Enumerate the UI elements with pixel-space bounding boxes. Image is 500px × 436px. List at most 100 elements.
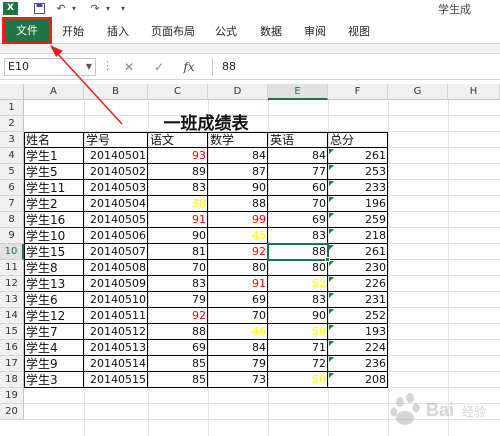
column-header-f[interactable]: F [328,84,388,100]
cell-id[interactable]: 20140502 [84,164,148,180]
error-indicator-icon[interactable] [329,341,334,346]
tab-page-layout[interactable]: 页面布局 [148,22,198,42]
row-header-2[interactable]: 2 [0,116,24,132]
cell-english[interactable]: 83 [268,228,328,244]
row-header-16[interactable]: 16 [0,340,24,356]
cell-name[interactable]: 学生10 [24,228,84,244]
formula-bar-resize-dots[interactable]: ⋮ [102,59,113,72]
error-indicator-icon[interactable] [329,325,334,330]
cell-name[interactable]: 学生11 [24,180,84,196]
cell-chinese[interactable]: 81 [148,244,208,260]
row-header-9[interactable]: 9 [0,228,24,244]
row-header-12[interactable]: 12 [0,276,24,292]
cell-chinese[interactable]: 89 [148,164,208,180]
cell-math[interactable]: 73 [208,372,268,388]
cell-name[interactable]: 学生13 [24,276,84,292]
cell-id[interactable]: 20140503 [84,180,148,196]
cell-name[interactable]: 学生5 [24,164,84,180]
row-header-3[interactable]: 3 [0,132,24,148]
tab-formulas[interactable]: 公式 [212,22,240,42]
cell-math[interactable]: 79 [208,356,268,372]
error-indicator-icon[interactable] [329,277,334,282]
column-header-e[interactable]: E [268,84,328,100]
cell-name[interactable]: 学生7 [24,324,84,340]
row-header-5[interactable]: 5 [0,164,24,180]
cell-chinese[interactable]: 38 [148,196,208,212]
error-indicator-icon[interactable] [329,293,334,298]
column-header-a[interactable]: A [24,84,84,100]
fill-handle[interactable] [325,257,330,262]
cell-english[interactable]: 60 [268,180,328,196]
error-indicator-icon[interactable] [329,165,334,170]
cell-name[interactable]: 学生16 [24,212,84,228]
row-header-6[interactable]: 6 [0,180,24,196]
cell-chinese[interactable]: 90 [148,228,208,244]
cell-chinese[interactable]: 69 [148,340,208,356]
cell-chinese[interactable]: 70 [148,260,208,276]
column-header-d[interactable]: D [208,84,268,100]
cell-total[interactable]: 259 [328,212,388,228]
error-indicator-icon[interactable] [329,229,334,234]
cell-chinese[interactable]: 91 [148,212,208,228]
column-header-b[interactable]: B [84,84,148,100]
tab-view[interactable]: 视图 [345,22,373,42]
column-header-c[interactable]: C [148,84,208,100]
cell-id[interactable]: 20140514 [84,356,148,372]
cell-english[interactable]: 50 [268,372,328,388]
active-cell-outline[interactable] [267,243,329,261]
cell-math[interactable]: 70 [208,308,268,324]
error-indicator-icon[interactable] [329,357,334,362]
header-cell-id[interactable]: 学号 [84,132,148,148]
header-cell-total[interactable]: 总分 [328,132,388,148]
cell-math[interactable]: 80 [208,260,268,276]
tab-review[interactable]: 审阅 [301,22,329,42]
error-indicator-icon[interactable] [329,213,334,218]
save-icon[interactable] [32,1,46,16]
redo-dropdown-icon[interactable]: ▾ [104,1,112,16]
cell-id[interactable]: 20140510 [84,292,148,308]
chevron-down-icon[interactable]: ▼ [86,59,92,75]
header-cell-name[interactable]: 姓名 [24,132,84,148]
cell-total[interactable]: 230 [328,260,388,276]
tab-data[interactable]: 数据 [257,22,285,42]
formula-input[interactable]: 88 [212,58,500,76]
cell-total[interactable]: 253 [328,164,388,180]
cell-math[interactable]: 84 [208,148,268,164]
cell-total[interactable]: 196 [328,196,388,212]
tab-insert[interactable]: 插入 [103,22,133,42]
sheet-title[interactable]: 一班成绩表 [24,113,388,134]
worksheet-grid[interactable]: A B C D E F G H 1 2 3 4 5 6 7 8 9 10 11 12 13 14 15 16 17 18 19 20 一… [0,84,500,436]
row-header-19[interactable]: 19 [0,388,24,404]
redo-icon[interactable]: ↷ [88,1,102,16]
cell-id[interactable]: 20140505 [84,212,148,228]
cell-chinese[interactable]: 92 [148,308,208,324]
cell-math[interactable]: 69 [208,292,268,308]
cell-english[interactable]: 70 [268,196,328,212]
row-header-11[interactable]: 11 [0,260,24,276]
cell-math[interactable]: 92 [208,244,268,260]
excel-app-icon[interactable]: X [3,2,18,15]
cell-name[interactable]: 学生12 [24,308,84,324]
cell-total[interactable]: 261 [328,148,388,164]
cell-math[interactable]: 45 [208,228,268,244]
cell-english[interactable]: 90 [268,308,328,324]
row-header-10[interactable]: 10 [0,244,24,260]
cell-total[interactable]: 252 [328,308,388,324]
row-header-14[interactable]: 14 [0,308,24,324]
cell-math[interactable]: 90 [208,180,268,196]
error-indicator-icon[interactable] [329,197,334,202]
row-header-1[interactable]: 1 [0,100,24,116]
header-cell-math[interactable]: 数学 [208,132,268,148]
cell-english[interactable]: 83 [268,292,328,308]
cell-id[interactable]: 20140512 [84,324,148,340]
cell-id[interactable]: 20140506 [84,228,148,244]
row-header-8[interactable]: 8 [0,212,24,228]
cell-name[interactable]: 学生6 [24,292,84,308]
undo-icon[interactable]: ↶ [54,1,68,16]
customize-toolbar-icon[interactable]: ▾ [118,1,128,16]
header-cell-english[interactable]: 英语 [268,132,328,148]
cell-name[interactable]: 学生4 [24,340,84,356]
cell-english[interactable]: 72 [268,356,328,372]
row-header-7[interactable]: 7 [0,196,24,212]
cell-total[interactable]: 261 [328,244,388,260]
